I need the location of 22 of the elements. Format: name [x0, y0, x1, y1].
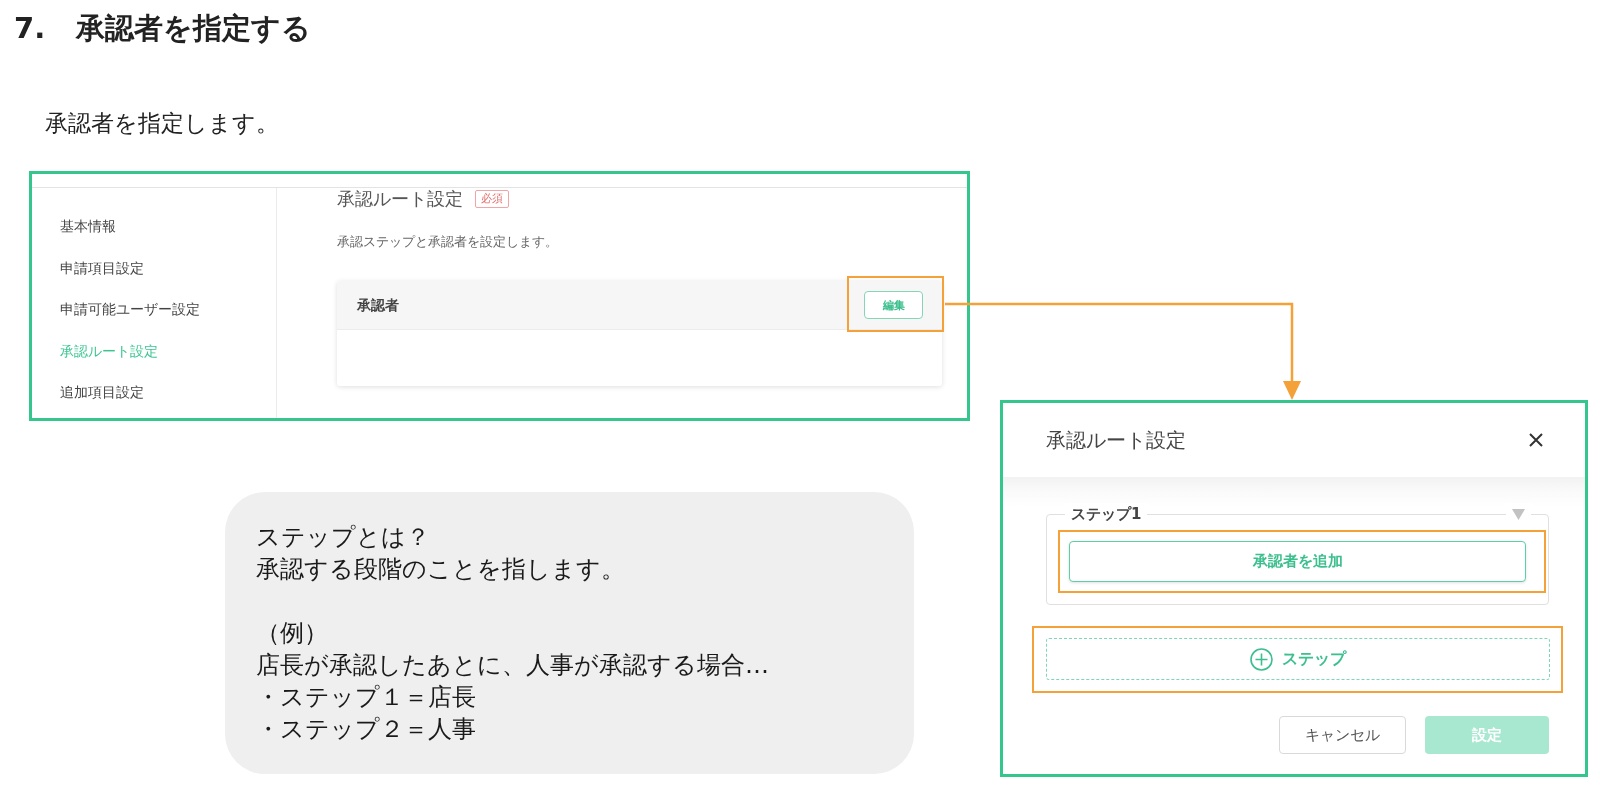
list-item: ・ステップ１＝店長	[256, 682, 476, 713]
list-item: ・ステップ２＝人事	[256, 714, 476, 745]
description-text: 承認ステップと承認者を設定します。	[337, 233, 558, 251]
note-question: ステップとは？	[256, 522, 430, 553]
section-title: 承認者を指定する	[76, 10, 312, 46]
dialog-title: 承認ルート設定	[1046, 427, 1186, 453]
section-number: 7.	[14, 10, 46, 46]
note-text: 承認する段階のことを指します。	[256, 554, 625, 585]
cancel-button[interactable]: キャンセル	[1279, 716, 1406, 754]
page-heading: 承認ルート設定	[337, 188, 463, 210]
example-label: （例）	[256, 618, 328, 649]
close-icon[interactable]	[1529, 433, 1543, 447]
approver-label: 承認者	[357, 296, 399, 315]
step-label: ステップ1	[1071, 504, 1142, 525]
required-badge: 必須	[475, 190, 509, 208]
sidebar-item[interactable]: 基本情報	[60, 216, 116, 236]
intro-text: 承認者を指定します。	[45, 109, 279, 138]
plus-icon	[1250, 647, 1273, 671]
sidebar-item[interactable]: 追加項目設定	[60, 382, 144, 402]
example-text: 店長が承認したあとに、人事が承認する場合…	[256, 650, 769, 681]
sidebar-item[interactable]: 申請項目設定	[60, 257, 144, 278]
sidebar-item[interactable]: 申請可能ユーザー設定	[60, 299, 200, 319]
